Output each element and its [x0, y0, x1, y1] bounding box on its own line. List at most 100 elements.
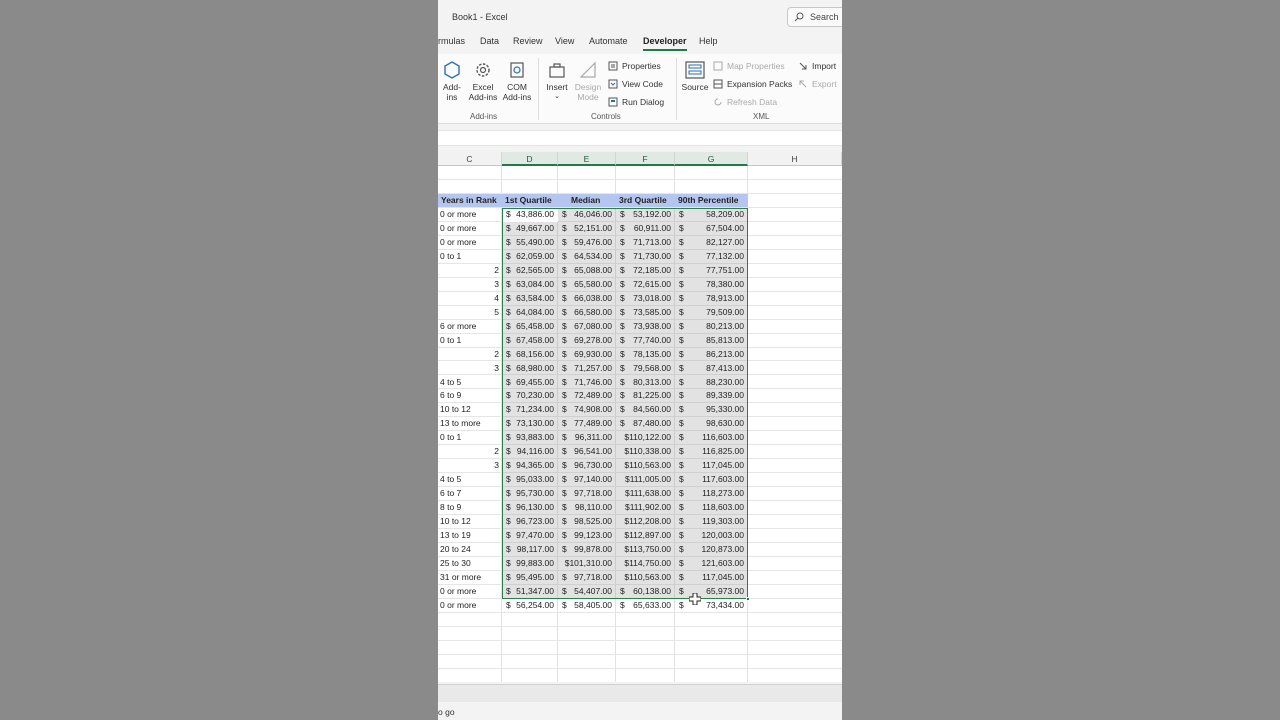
cell-value[interactable]: 65,458.00 [504, 320, 554, 333]
cell-value[interactable]: 120,003.00 [677, 529, 744, 542]
tab-data[interactable]: Data [480, 36, 499, 46]
tab-rmulas[interactable]: rmulas [438, 36, 465, 46]
cell-years-in-rank[interactable]: 0 or more [440, 585, 476, 598]
cell-value[interactable]: 78,380.00 [677, 278, 744, 291]
cell-years-in-rank[interactable]: 4 to 5 [440, 376, 461, 389]
cell-value[interactable]: 98,630.00 [677, 417, 744, 430]
cell-value[interactable]: 54,407.00 [560, 585, 612, 598]
cell-value[interactable]: $101,310.00 [560, 557, 612, 570]
cell-years-in-rank[interactable]: 10 to 12 [440, 403, 471, 416]
cell-value[interactable]: 78,135.00 [618, 348, 671, 361]
cell-value[interactable]: 85,813.00 [677, 334, 744, 347]
cell-value[interactable]: 97,718.00 [560, 487, 612, 500]
cell-value[interactable]: 80,213.00 [677, 320, 744, 333]
cell-value[interactable]: 118,603.00 [677, 501, 744, 514]
cell-value[interactable]: 79,509.00 [677, 306, 744, 319]
com-addins-button[interactable]: COM Add-ins [501, 60, 533, 102]
column-header-f[interactable]: F [616, 152, 675, 166]
header-cell[interactable]: Median [571, 194, 600, 207]
search-box[interactable]: Search [787, 7, 842, 27]
cell-years-in-rank[interactable]: 4 to 5 [440, 473, 461, 486]
cell-value[interactable]: 73,434.00 [677, 599, 744, 612]
excel-addins-button[interactable]: Excel Add-ins [467, 60, 499, 102]
cell-value[interactable]: 79,568.00 [618, 362, 671, 375]
cell-value[interactable]: $111,005.00 [618, 473, 671, 486]
cell-value[interactable]: 73,585.00 [618, 306, 671, 319]
cell-years-in-rank[interactable]: 0 to 1 [440, 250, 461, 263]
cell-value[interactable]: 117,045.00 [677, 571, 744, 584]
cell-years-in-rank[interactable]: 3 [438, 278, 499, 291]
cell-years-in-rank[interactable]: 25 to 30 [440, 557, 471, 570]
cell-years-in-rank[interactable]: 0 or more [440, 208, 476, 221]
cell-value[interactable]: 65,088.00 [560, 264, 612, 277]
cell-years-in-rank[interactable]: 6 to 7 [440, 487, 461, 500]
cell-years-in-rank[interactable]: 2 [438, 445, 499, 458]
map-properties-button[interactable]: Map Properties [713, 61, 785, 71]
cell-value[interactable]: 117,045.00 [677, 459, 744, 472]
cell-value[interactable]: 71,713.00 [618, 236, 671, 249]
cell-value[interactable]: 46,046.00 [560, 208, 612, 221]
cell-value[interactable]: 82,127.00 [677, 236, 744, 249]
cell-value[interactable]: 95,495.00 [504, 571, 554, 584]
cell-value[interactable]: 64,534.00 [560, 250, 612, 263]
cell-value[interactable]: 73,938.00 [618, 320, 671, 333]
cell-value[interactable]: 77,740.00 [618, 334, 671, 347]
expansion-packs-button[interactable]: Expansion Packs [713, 79, 792, 89]
cell-value[interactable]: 78,913.00 [677, 292, 744, 305]
view-code-button[interactable]: View Code [608, 79, 663, 89]
cell-value[interactable]: 119,303.00 [677, 515, 744, 528]
cell-years-in-rank[interactable]: 6 or more [440, 320, 476, 333]
cell-value[interactable]: 97,470.00 [504, 529, 554, 542]
cell-value[interactable]: 60,911.00 [618, 222, 671, 235]
cell-value[interactable]: 87,413.00 [677, 362, 744, 375]
cell-value[interactable]: 99,883.00 [504, 557, 554, 570]
cell-value[interactable]: 77,489.00 [560, 417, 612, 430]
source-button[interactable]: Source [681, 60, 709, 92]
cell-years-in-rank[interactable]: 2 [438, 264, 499, 277]
cell-value[interactable]: 58,405.00 [560, 599, 612, 612]
header-cell[interactable]: Years in Rank [441, 194, 497, 207]
cell-years-in-rank[interactable]: 6 to 9 [440, 389, 461, 402]
fill-handle[interactable] [746, 597, 750, 601]
cell-value[interactable]: 66,038.00 [560, 292, 612, 305]
cell-value[interactable]: 65,580.00 [560, 278, 612, 291]
cell-value[interactable]: 69,278.00 [560, 334, 612, 347]
cell-value[interactable]: 118,273.00 [677, 487, 744, 500]
cell-years-in-rank[interactable]: 2 [438, 348, 499, 361]
cell-years-in-rank[interactable]: 3 [438, 459, 499, 472]
cell-value[interactable]: 72,489.00 [560, 389, 612, 402]
cell-value[interactable]: 69,930.00 [560, 348, 612, 361]
cell-value[interactable]: 120,873.00 [677, 543, 744, 556]
cell-value[interactable]: 93,883.00 [504, 431, 554, 444]
cell-value[interactable]: 96,311.00 [560, 431, 612, 444]
cell-value[interactable]: 96,730.00 [560, 459, 612, 472]
header-cell[interactable]: 90th Percentile [678, 194, 738, 207]
cell-years-in-rank[interactable]: 0 to 1 [440, 431, 461, 444]
cell-value[interactable]: 89,339.00 [677, 389, 744, 402]
cell-value[interactable]: 52,151.00 [560, 222, 612, 235]
cell-value[interactable]: 95,033.00 [504, 473, 554, 486]
import-button[interactable]: Import [798, 61, 836, 71]
cell-value[interactable]: 64,084.00 [504, 306, 554, 319]
cell-value[interactable]: 99,123.00 [560, 529, 612, 542]
cell-value[interactable]: $112,897.00 [618, 529, 671, 542]
cell-value[interactable]: 49,667.00 [504, 222, 554, 235]
cell-value[interactable]: 81,225.00 [618, 389, 671, 402]
cell-years-in-rank[interactable]: 5 [438, 306, 499, 319]
cell-years-in-rank[interactable]: 13 to 19 [440, 529, 471, 542]
cell-value[interactable]: 121,603.00 [677, 557, 744, 570]
cell-years-in-rank[interactable]: 10 to 12 [440, 515, 471, 528]
cell-value[interactable]: 80,313.00 [618, 376, 671, 389]
refresh-data-button[interactable]: Refresh Data [713, 97, 777, 107]
cell-value[interactable]: 71,257.00 [560, 362, 612, 375]
cell-value[interactable]: 58,209.00 [677, 208, 744, 221]
cell-value[interactable]: $113,750.00 [618, 543, 671, 556]
cell-value[interactable]: 73,130.00 [504, 417, 554, 430]
tab-help[interactable]: Help [699, 36, 718, 46]
cell-value[interactable]: 99,878.00 [560, 543, 612, 556]
column-header-g[interactable]: G [675, 152, 748, 166]
column-header-h[interactable]: H [748, 152, 842, 166]
cell-value[interactable]: 63,084.00 [504, 278, 554, 291]
column-header-d[interactable]: D [502, 152, 558, 166]
cell-value[interactable]: 68,980.00 [504, 362, 554, 375]
